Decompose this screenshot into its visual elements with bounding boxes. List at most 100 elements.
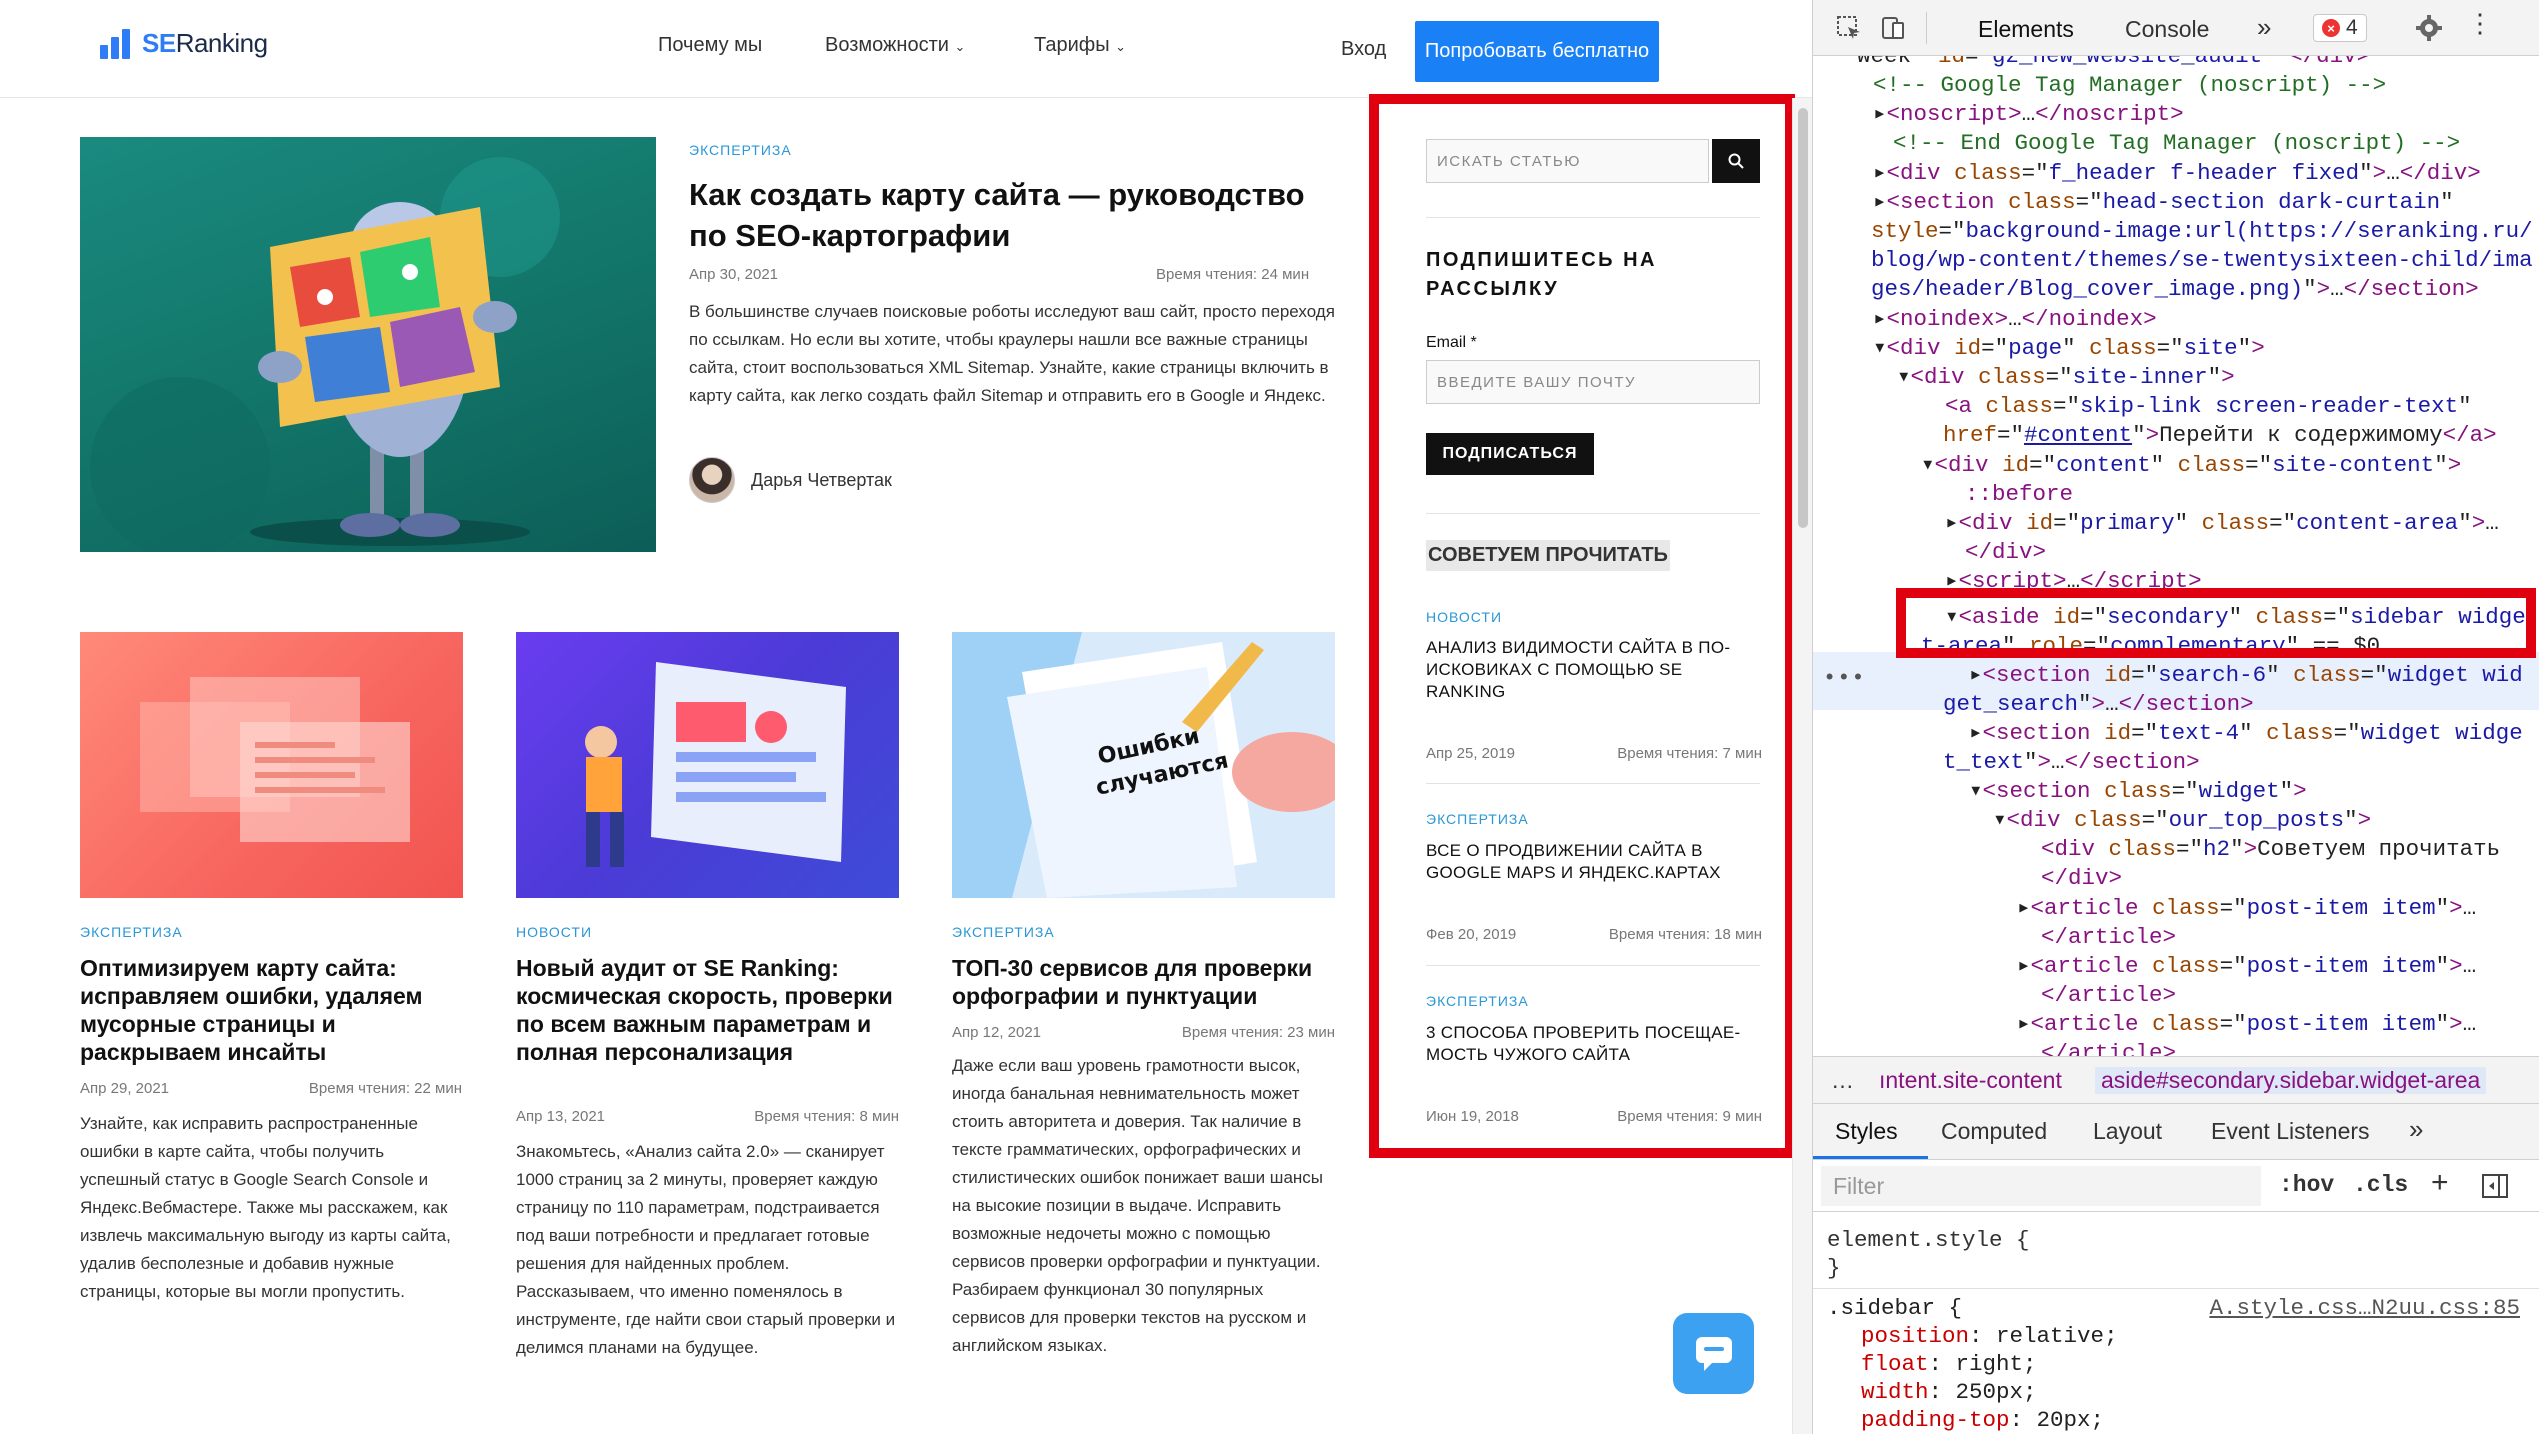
- tab-event-listeners[interactable]: Event Listeners: [2211, 1118, 2370, 1145]
- breadcrumb-ellipsis[interactable]: …: [1831, 1067, 1854, 1094]
- tab-computed[interactable]: Computed: [1941, 1118, 2047, 1145]
- css-property-name[interactable]: position: [1861, 1323, 1969, 1349]
- recommended-post-title[interactable]: АНАЛИЗ ВИДИМОСТИ САЙТА В ПО-ИСКОВИКАХ С …: [1426, 637, 1756, 703]
- styles-panel-tabs: Styles Computed Layout Event Listeners »: [1813, 1104, 2539, 1160]
- settings-gear-icon[interactable]: [2415, 14, 2443, 42]
- hover-state-toggle[interactable]: :hov: [2279, 1172, 2334, 1198]
- recommended-post-category[interactable]: ЭКСПЕРТИЗА: [1426, 811, 1529, 827]
- card-image[interactable]: Ошибки случаются: [952, 632, 1335, 898]
- page-scrollbar[interactable]: [1792, 98, 1812, 1434]
- devtools-panel: Elements Console » × 4 ⋮ ••• week" id="gz…: [1812, 0, 2539, 1434]
- nav-why-us[interactable]: Почему мы: [658, 34, 762, 57]
- card-excerpt: Знакомьтесь, «Анализ сайта 2.0» — сканир…: [516, 1142, 896, 1357]
- device-toolbar-icon[interactable]: [1879, 14, 1907, 42]
- web-page: SERanking Почему мы Возможности ⌄ Тарифы…: [0, 0, 1812, 1434]
- divider: [1426, 217, 1760, 218]
- node-actions-icon[interactable]: •••: [1823, 664, 1866, 693]
- error-icon: ×: [2322, 19, 2340, 37]
- class-toggle[interactable]: .cls: [2353, 1172, 2408, 1198]
- chat-button[interactable]: [1673, 1313, 1754, 1394]
- author[interactable]: Дарья Четвертак: [689, 457, 892, 503]
- dom-tree[interactable]: ••• week" id="gz_new_website_audit" </di…: [1813, 56, 2539, 1056]
- card-read-time: Время чтения: 22 мин: [308, 1080, 462, 1097]
- author-name: Дарья Четвертак: [751, 469, 892, 490]
- scrollbar-thumb[interactable]: [1798, 108, 1808, 528]
- nav-pricing[interactable]: Тарифы ⌄: [1034, 34, 1126, 57]
- card-category[interactable]: НОВОСТИ: [516, 924, 592, 940]
- error-counter[interactable]: × 4: [2313, 14, 2367, 42]
- nav-features[interactable]: Возможности ⌄: [825, 34, 965, 57]
- error-count: 4: [2346, 16, 2358, 39]
- featured-category[interactable]: ЭКСПЕРТИЗА: [689, 142, 792, 158]
- card-date: Апр 13, 2021: [516, 1108, 606, 1125]
- try-free-button[interactable]: Попробовать бесплатно: [1415, 21, 1659, 82]
- divider: [1426, 513, 1760, 514]
- featured-excerpt: В большинстве случаев поисковые роботы и…: [689, 302, 1335, 405]
- email-field[interactable]: ВВЕДИТЕ ВАШУ ПОЧТУ: [1426, 360, 1760, 404]
- active-tab-indicator: [1813, 1156, 1928, 1159]
- card-category[interactable]: ЭКСПЕРТИЗА: [952, 924, 1055, 940]
- inspect-element-icon[interactable]: [1835, 14, 1863, 42]
- subscribe-button[interactable]: ПОДПИСАТЬСЯ: [1426, 433, 1594, 475]
- card-image[interactable]: [80, 632, 463, 898]
- tab-elements[interactable]: Elements: [1978, 16, 2074, 43]
- featured-image[interactable]: [80, 137, 656, 552]
- card-title[interactable]: ТОП-30 сервисов для проверки орфографии …: [952, 954, 1335, 1010]
- recommended-post-read-time: Время чтения: 18 мин: [1608, 926, 1762, 943]
- chat-icon: [1695, 1336, 1732, 1371]
- recommended-post-category[interactable]: НОВОСТИ: [1426, 609, 1502, 625]
- breadcrumb-aside[interactable]: aside#secondary.sidebar.widget-area: [2095, 1067, 2487, 1094]
- recommended-post-category[interactable]: ЭКСПЕРТИЗА: [1426, 993, 1529, 1009]
- divider: [1426, 783, 1760, 784]
- recommended-title: СОВЕТУЕМ ПРОЧИТАТЬ: [1426, 540, 1670, 571]
- styles-filter-input[interactable]: Filter: [1821, 1166, 2261, 1206]
- css-property-value[interactable]: 250px;: [1956, 1379, 2037, 1405]
- avatar: [689, 457, 735, 503]
- devtools-toolbar: Elements Console » × 4 ⋮: [1813, 0, 2539, 56]
- login-link[interactable]: Вход: [1341, 38, 1386, 61]
- styles-filter-bar: Filter :hov .cls +: [1813, 1160, 2539, 1212]
- recommended-post-read-time: Время чтения: 9 мин: [1617, 1108, 1762, 1125]
- css-property-value[interactable]: relative;: [1996, 1323, 2118, 1349]
- breadcrumb-content[interactable]: ıntent.site-content: [1879, 1067, 2062, 1094]
- card-date: Апр 12, 2021: [952, 1024, 1042, 1041]
- tab-styles[interactable]: Styles: [1835, 1118, 1898, 1145]
- add-rule-icon[interactable]: +: [2431, 1166, 2449, 1200]
- recommended-post-date: Фев 20, 2019: [1426, 926, 1517, 943]
- card-category[interactable]: ЭКСПЕРТИЗА: [80, 924, 183, 940]
- logo-brand-text: SE: [142, 28, 176, 58]
- featured-title[interactable]: Как создать карту сайта — руководство по…: [689, 174, 1339, 256]
- tab-console[interactable]: Console: [2125, 16, 2209, 43]
- element-style-selector: element.style {: [1827, 1227, 2030, 1253]
- css-property-value[interactable]: right;: [1956, 1351, 2037, 1377]
- logo-rest-text: Ranking: [175, 28, 268, 58]
- toggle-sidebar-icon[interactable]: [2481, 1172, 2509, 1200]
- rule-divider: [1813, 1288, 2539, 1289]
- toolbar-divider: [1926, 12, 1927, 44]
- sidebar-css-selector: .sidebar {: [1827, 1295, 1963, 1321]
- email-label: Email *: [1426, 334, 1477, 351]
- chevron-down-icon: ⌄: [1115, 39, 1127, 54]
- search-input[interactable]: ИСКАТЬ СТАТЬЮ: [1426, 139, 1709, 183]
- more-tabs-icon[interactable]: »: [2257, 12, 2271, 43]
- tab-layout[interactable]: Layout: [2093, 1118, 2162, 1145]
- more-tabs-icon[interactable]: »: [2409, 1114, 2423, 1145]
- card-title[interactable]: Оптимизируем карту сайта: исправляем оши…: [80, 954, 463, 1066]
- recommended-post-title[interactable]: ВСЕ О ПРОДВИЖЕНИИ САЙТА В GOOGLE MAPS И …: [1426, 840, 1756, 884]
- featured-date: Апр 30, 2021: [689, 266, 779, 283]
- site-header: SERanking Почему мы Возможности ⌄ Тарифы…: [0, 0, 1812, 98]
- css-property-name[interactable]: width: [1861, 1379, 1929, 1405]
- kebab-menu-icon[interactable]: ⋮: [2467, 8, 2493, 39]
- featured-read-time: Время чтения: 24 мин: [1156, 266, 1310, 283]
- logo[interactable]: SERanking: [100, 28, 268, 59]
- css-property-name[interactable]: float: [1861, 1351, 1929, 1377]
- card-date: Апр 29, 2021: [80, 1080, 170, 1097]
- divider: [1426, 965, 1760, 966]
- css-source-link[interactable]: A.style.css…N2uu.css:85: [2209, 1294, 2520, 1322]
- search-button[interactable]: [1712, 139, 1760, 183]
- css-property-name[interactable]: padding-top: [1861, 1407, 2010, 1433]
- card-title[interactable]: Новый аудит от SE Ranking: космическая с…: [516, 954, 899, 1066]
- card-image[interactable]: [516, 632, 899, 898]
- recommended-post-title[interactable]: 3 СПОСОБА ПРОВЕРИТЬ ПОСЕЩАЕ-МОСТЬ ЧУЖОГО…: [1426, 1022, 1756, 1066]
- css-property-value[interactable]: 20px;: [2037, 1407, 2105, 1433]
